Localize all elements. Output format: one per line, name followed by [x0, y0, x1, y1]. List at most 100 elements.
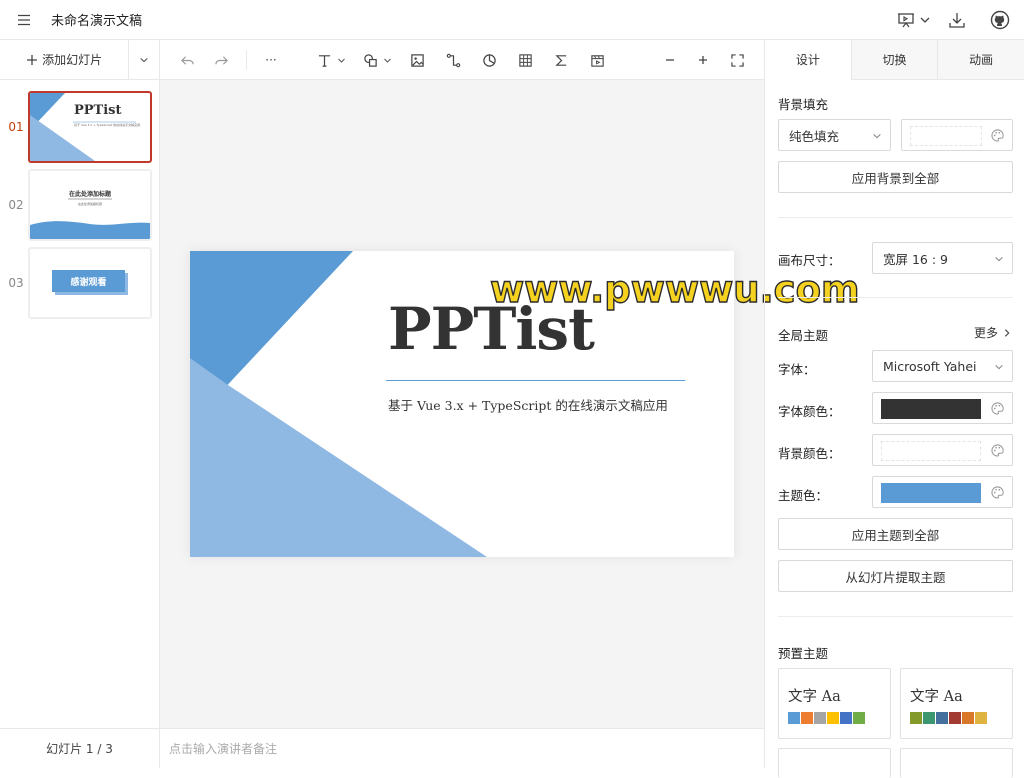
undo-icon — [180, 55, 194, 65]
tab-design[interactable]: 设计 — [765, 40, 851, 80]
theme-color-swatch — [881, 483, 981, 503]
thumbnail-item-1[interactable]: 01 PPTist 基于 Vue 3.x + TypeScript 的在线演示文… — [0, 88, 159, 166]
fullscreen-button[interactable] — [724, 40, 750, 80]
tab-transition[interactable]: 切换 — [850, 40, 938, 79]
text-icon — [318, 54, 330, 67]
top-actions — [890, 0, 1024, 40]
github-icon — [990, 10, 1010, 30]
color-swatch — [910, 126, 982, 146]
media-tool-button[interactable] — [584, 40, 610, 80]
image-icon — [410, 53, 424, 67]
media-icon — [590, 54, 604, 67]
thumbnail-item-2[interactable]: 02 在此处添加标题 在此处添加副标题 — [0, 166, 159, 244]
preset-theme-card-4[interactable] — [900, 748, 1013, 778]
bg-color-picker[interactable] — [872, 434, 1013, 466]
background-fill-title: 背景填充 — [778, 97, 829, 112]
thumbnail-number: 03 — [8, 276, 24, 290]
canvas-size-value: 宽屏 16 : 9 — [883, 251, 948, 267]
preset-theme-text: 文字 Aa — [910, 689, 963, 705]
apply-background-all-button[interactable]: 应用背景到全部 — [778, 161, 1013, 193]
thumbnail-number: 02 — [8, 198, 24, 212]
preset-theme-card-3[interactable] — [778, 748, 891, 778]
zoom-out-button[interactable] — [657, 40, 683, 80]
slide-triangle-light — [190, 358, 487, 557]
panel-body: 背景填充 纯色填充 应用背景到全部 画布尺寸： 宽屏 16 : 9 全局主题 更… — [765, 80, 1024, 778]
add-slide-label: 添加幻灯片 — [42, 53, 103, 67]
redo-button[interactable] — [208, 40, 234, 80]
theme-color-picker[interactable] — [872, 476, 1013, 508]
canvas-size-label: 画布尺寸： — [778, 253, 841, 268]
theme-color-label: 主题色： — [778, 488, 829, 503]
color-chip — [962, 712, 974, 724]
chevron-down-icon — [140, 57, 148, 62]
palette-icon — [991, 486, 1004, 499]
color-chip — [840, 712, 852, 724]
extract-theme-button[interactable]: 从幻灯片提取主题 — [778, 560, 1013, 592]
more-button[interactable]: ··· — [258, 40, 284, 80]
preset-theme-card-1[interactable]: 文字 Aa — [778, 668, 891, 739]
preset-theme-text: 文字 Aa — [788, 689, 841, 705]
slide-subtitle[interactable]: 基于 Vue 3.x + TypeScript 的在线演示文稿应用 — [388, 395, 668, 414]
zoom-in-button[interactable] — [690, 40, 716, 80]
font-color-picker[interactable] — [872, 392, 1013, 424]
font-color-label: 字体颜色： — [778, 404, 841, 419]
fill-type-select[interactable]: 纯色填充 — [778, 119, 891, 151]
color-chip — [923, 712, 935, 724]
bg-color-swatch — [881, 441, 981, 461]
apply-theme-all-button[interactable]: 应用主题到全部 — [778, 518, 1013, 550]
speaker-notes-input[interactable]: 点击输入演讲者备注 — [160, 728, 764, 768]
chart-tool-button[interactable] — [476, 40, 502, 80]
section-divider — [778, 616, 1013, 617]
menu-button[interactable] — [0, 0, 48, 40]
palette-icon — [991, 444, 1004, 457]
shape-tool-button[interactable] — [359, 40, 395, 80]
top-bar: 未命名演示文稿 — [0, 0, 1024, 40]
palette-icon — [991, 402, 1004, 415]
design-panel: 设计 切换 动画 背景填充 纯色填充 应用背景到全部 画布尺寸： 宽屏 16 :… — [764, 40, 1024, 778]
thumbnail-slide-2[interactable]: 在此处添加标题 在此处添加副标题 — [28, 169, 152, 241]
font-color-swatch — [881, 399, 981, 419]
text-tool-button[interactable] — [313, 40, 349, 80]
canvas-area[interactable]: PPTist 基于 Vue 3.x + TypeScript 的在线演示文稿应用 — [160, 80, 764, 728]
toolbar-divider — [246, 50, 247, 70]
thumbnail-number: 01 — [8, 120, 24, 134]
github-button[interactable] — [976, 0, 1024, 40]
image-tool-button[interactable] — [404, 40, 430, 80]
color-chip — [788, 712, 800, 724]
table-icon — [518, 53, 532, 67]
thumbnail-title: 感谢观看 — [52, 270, 125, 292]
thumbnail-subtitle: 基于 Vue 3.x + TypeScript 的在线演示文稿应用 — [74, 123, 141, 127]
chart-icon — [482, 53, 496, 67]
line-tool-button[interactable] — [440, 40, 466, 80]
thumbnail-title: 在此处添加标题 — [68, 191, 111, 198]
thumbnail-slide-1[interactable]: PPTist 基于 Vue 3.x + TypeScript 的在线演示文稿应用 — [28, 91, 152, 163]
color-chip — [910, 712, 922, 724]
panel-tabs: 设计 切换 动画 — [765, 40, 1024, 80]
tab-animation[interactable]: 动画 — [937, 40, 1024, 79]
document-title[interactable]: 未命名演示文稿 — [51, 10, 142, 29]
preset-theme-colors — [788, 712, 866, 724]
font-select[interactable]: Microsoft Yahei — [872, 350, 1013, 382]
preset-theme-card-2[interactable]: 文字 Aa — [900, 668, 1013, 739]
thumbnail-item-3[interactable]: 03 感谢观看 — [0, 244, 159, 322]
formula-tool-button[interactable] — [548, 40, 574, 80]
global-theme-title: 全局主题 — [778, 328, 829, 343]
palette-icon — [991, 129, 1004, 142]
zoom-in-icon — [699, 56, 707, 64]
undo-button[interactable] — [174, 40, 200, 80]
slide-divider-line[interactable] — [386, 380, 685, 381]
preset-theme-colors — [910, 712, 988, 724]
more-themes-link[interactable]: 更多 — [974, 324, 1012, 341]
present-button[interactable] — [890, 0, 938, 40]
color-chip — [827, 712, 839, 724]
download-button[interactable] — [938, 0, 976, 40]
thumbnail-slide-3[interactable]: 感谢观看 — [28, 247, 152, 319]
chevron-right-icon — [1004, 328, 1010, 337]
chevron-down-icon — [383, 58, 391, 63]
table-tool-button[interactable] — [512, 40, 538, 80]
color-chip — [801, 712, 813, 724]
canvas-size-select[interactable]: 宽屏 16 : 9 — [872, 242, 1013, 274]
background-color-picker[interactable] — [901, 119, 1013, 151]
add-slide-button[interactable]: 添加幻灯片 — [0, 39, 130, 80]
add-slide-dropdown[interactable] — [129, 40, 159, 80]
